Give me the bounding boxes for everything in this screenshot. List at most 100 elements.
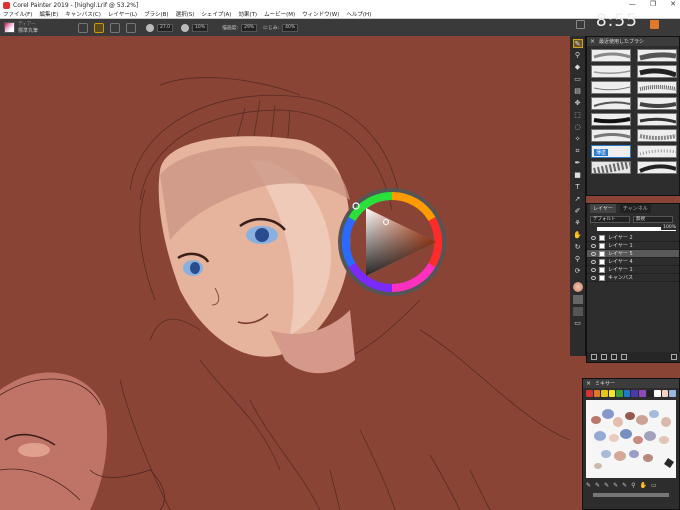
mixer-color-swatch[interactable]: [654, 390, 661, 397]
mixer-color-swatch[interactable]: [646, 390, 654, 397]
rectangle-shape-icon[interactable]: ■: [573, 171, 583, 180]
pattern-swatch-icon[interactable]: [572, 307, 583, 316]
stroke-mode-icon[interactable]: [94, 22, 105, 33]
mixer-color-swatch[interactable]: [593, 390, 601, 397]
paper-swatch-icon[interactable]: [572, 295, 583, 304]
close-icon[interactable]: ×: [586, 380, 591, 387]
crop-tool-icon[interactable]: ⌗: [573, 147, 583, 156]
mirror-tool-icon[interactable]: ⚘: [573, 219, 583, 228]
shape-select-icon[interactable]: ➚: [573, 195, 583, 204]
eye-icon[interactable]: [591, 243, 596, 248]
menu-help[interactable]: ヘルプ(H): [346, 10, 371, 18]
brush-selector-icon[interactable]: [4, 22, 15, 33]
mixer-color-swatch[interactable]: [608, 390, 616, 397]
mixer-pad[interactable]: [586, 400, 676, 478]
color-wheel[interactable]: [336, 186, 448, 298]
grain-field[interactable]: 29%: [241, 23, 258, 32]
tab-layers[interactable]: レイヤー: [590, 204, 616, 213]
brush-preset[interactable]: [591, 161, 631, 174]
mixer-color-swatch[interactable]: [586, 390, 593, 397]
brush-preset[interactable]: [637, 49, 677, 62]
dab-mode-icon[interactable]: [110, 22, 121, 33]
eye-icon[interactable]: [591, 251, 596, 256]
mixer-color-swatch[interactable]: [601, 390, 608, 397]
layer-row[interactable]: レイヤー 1: [587, 266, 679, 274]
brush-tool-icon[interactable]: ✎: [572, 39, 583, 48]
maximize-button[interactable]: ❐: [650, 0, 656, 8]
brush-preset[interactable]: [637, 65, 677, 78]
main-color-swatch[interactable]: [572, 282, 583, 292]
transform-rotate-icon[interactable]: ⟳: [573, 267, 583, 276]
mixer-color-swatch[interactable]: [661, 390, 669, 397]
layer-mask-icon[interactable]: [611, 354, 617, 360]
mixer-dirty-brush-icon[interactable]: ✎: [586, 482, 591, 489]
brush-preset[interactable]: [591, 129, 631, 142]
layer-row[interactable]: レイヤー 2: [587, 234, 679, 242]
menu-edit[interactable]: 編集(E): [39, 10, 58, 18]
brush-preset[interactable]: [637, 145, 677, 158]
layer-group-icon[interactable]: [601, 354, 607, 360]
eye-icon[interactable]: [591, 267, 596, 272]
brush-preset[interactable]: [591, 49, 631, 62]
close-button[interactable]: ✕: [670, 0, 676, 8]
eye-icon[interactable]: [591, 259, 596, 264]
mixer-apply-color-icon[interactable]: ✎: [595, 482, 600, 489]
rect-select-icon[interactable]: ⬚: [573, 111, 583, 120]
layer-row[interactable]: キャンバス: [587, 274, 679, 282]
menu-file[interactable]: ファイル(F): [3, 10, 32, 18]
eye-icon[interactable]: [591, 275, 596, 280]
layer-row-selected[interactable]: レイヤー 5: [587, 250, 679, 258]
mixer-clear-icon[interactable]: ▭: [651, 482, 657, 489]
menu-canvas[interactable]: キャンバス(C): [65, 10, 101, 18]
zoom-tool-icon[interactable]: ⚲: [573, 255, 583, 264]
mixer-mix-icon[interactable]: ✎: [604, 482, 609, 489]
brush-preset[interactable]: [637, 161, 677, 174]
mixer-sample-multi-icon[interactable]: ✎: [622, 482, 627, 489]
mixer-color-swatch[interactable]: [631, 390, 639, 397]
minimize-button[interactable]: —: [629, 0, 636, 8]
composite-method-select[interactable]: デフォルト: [590, 216, 630, 223]
transform-tool-icon[interactable]: ✥: [573, 99, 583, 108]
close-icon[interactable]: ×: [590, 38, 595, 45]
brush-preset[interactable]: [637, 129, 677, 142]
canvas[interactable]: [0, 36, 570, 510]
lasso-tool-icon[interactable]: ◌: [573, 123, 583, 132]
menu-shape[interactable]: シェイプ(A): [201, 10, 231, 18]
trash-icon[interactable]: [671, 354, 677, 360]
layer-lock-icon[interactable]: [621, 354, 627, 360]
tab-channels[interactable]: チャンネル: [619, 204, 651, 213]
opacity-field[interactable]: 10%: [192, 23, 209, 32]
media-icon[interactable]: ▭: [573, 319, 583, 328]
menu-movie[interactable]: ムービー(M): [264, 10, 295, 18]
layer-row[interactable]: レイヤー 1: [587, 242, 679, 250]
mixer-color-swatch[interactable]: [623, 390, 631, 397]
brush-preset[interactable]: [591, 113, 631, 126]
brush-preset[interactable]: [637, 81, 677, 94]
menu-brush[interactable]: ブラシ(B): [144, 10, 168, 18]
rotate-tool-icon[interactable]: ↻: [573, 243, 583, 252]
mixer-color-swatch[interactable]: [639, 390, 646, 397]
mixer-pan-icon[interactable]: ✋: [640, 482, 647, 489]
clone-tool-icon[interactable]: ✐: [573, 207, 583, 216]
resat-field[interactable]: 40%: [282, 23, 299, 32]
stroke-type-icon[interactable]: [126, 22, 137, 33]
mixer-sample-icon[interactable]: ✎: [613, 482, 618, 489]
eraser-tool-icon[interactable]: ▭: [573, 75, 583, 84]
brush-preset[interactable]: [591, 81, 631, 94]
menu-select[interactable]: 選択(S): [176, 10, 195, 18]
menu-layer[interactable]: レイヤー(L): [108, 10, 137, 18]
menu-effects[interactable]: 効果(T): [238, 10, 257, 18]
paint-bucket-icon[interactable]: ◆: [573, 63, 583, 72]
dropper-tool-icon[interactable]: ⚲: [573, 51, 583, 60]
mixer-color-swatch[interactable]: [616, 390, 623, 397]
text-tool-icon[interactable]: T: [573, 183, 583, 192]
mixer-color-swatch[interactable]: [669, 390, 676, 397]
size-field[interactable]: 27.0: [157, 23, 174, 32]
brush-tool-icon[interactable]: [78, 22, 89, 33]
menu-window[interactable]: ウィンドウ(W): [302, 10, 339, 18]
mixer-zoom-icon[interactable]: ⚲: [631, 482, 635, 489]
brush-preset[interactable]: [591, 65, 631, 78]
pen-tool-icon[interactable]: ✒: [573, 159, 583, 168]
magic-wand-icon[interactable]: ✧: [573, 135, 583, 144]
brush-selector[interactable]: ディアー 標準丸筆: [18, 22, 38, 34]
